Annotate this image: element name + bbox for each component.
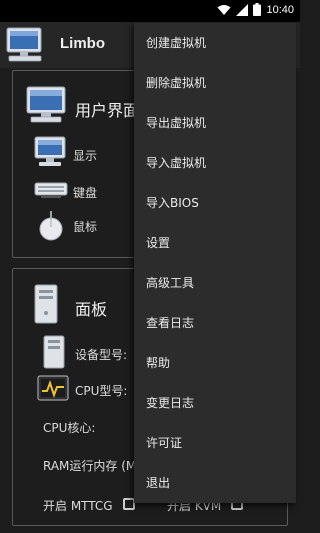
status-time: 10:40 bbox=[266, 3, 294, 16]
menu-item-advanced-tools[interactable]: 高级工具 bbox=[134, 263, 296, 303]
mouse-item[interactable]: 鼠标 bbox=[33, 209, 133, 243]
board-section-title: 面板 bbox=[75, 300, 108, 319]
status-icons: 10:40 bbox=[217, 3, 294, 16]
ram-label: RAM运行内存 (M bbox=[43, 459, 137, 473]
cpu-model-label: CPU型号: bbox=[75, 384, 128, 398]
mouse-icon bbox=[39, 211, 63, 241]
monitor-icon bbox=[34, 136, 66, 166]
app-logo-icon bbox=[6, 27, 42, 62]
wifi-icon bbox=[217, 4, 231, 15]
menu-item-create-vm[interactable]: 创建虚拟机 bbox=[134, 23, 296, 63]
menu-item-import-bios[interactable]: 导入BIOS bbox=[134, 183, 296, 223]
mttcg-label: 开启 MTTCG bbox=[43, 499, 113, 513]
device-model-icon bbox=[43, 335, 65, 369]
menu-item-delete-vm[interactable]: 删除虚拟机 bbox=[134, 63, 296, 103]
keyboard-item[interactable]: 键盘 bbox=[33, 175, 133, 205]
ui-section-title: 用户界面 bbox=[75, 101, 140, 120]
menu-item-license[interactable]: 许可证 bbox=[134, 423, 296, 463]
menu-item-exit[interactable]: 退出 bbox=[134, 463, 296, 503]
signal-icon bbox=[236, 3, 249, 16]
menu-item-import-vm[interactable]: 导入虚拟机 bbox=[134, 143, 296, 183]
battery-icon bbox=[253, 3, 262, 16]
menu-item-export-vm[interactable]: 导出虚拟机 bbox=[134, 103, 296, 143]
overflow-menu: 创建虚拟机 删除虚拟机 导出虚拟机 导入虚拟机 导入BIOS 设置 高级工具 查… bbox=[134, 23, 296, 503]
menu-item-view-log[interactable]: 查看日志 bbox=[134, 303, 296, 343]
menu-item-help[interactable]: 帮助 bbox=[134, 343, 296, 383]
status-bar: 10:40 bbox=[0, 0, 300, 22]
app-title: Limbo bbox=[60, 35, 105, 52]
menu-item-settings[interactable]: 设置 bbox=[134, 223, 296, 263]
board-section-icon bbox=[34, 284, 58, 324]
cpu-model-icon bbox=[37, 375, 69, 401]
device-model-label: 设备型号: bbox=[75, 348, 128, 362]
keyboard-label: 键盘 bbox=[73, 186, 98, 200]
cpu-cores-label: CPU核心: bbox=[43, 421, 96, 435]
mouse-label: 鼠标 bbox=[73, 220, 98, 234]
display-item[interactable]: 显示 bbox=[33, 135, 133, 169]
menu-item-changelog[interactable]: 变更日志 bbox=[134, 383, 296, 423]
keyboard-icon bbox=[34, 182, 68, 198]
ui-section-icon bbox=[26, 86, 66, 123]
display-label: 显示 bbox=[73, 149, 98, 163]
